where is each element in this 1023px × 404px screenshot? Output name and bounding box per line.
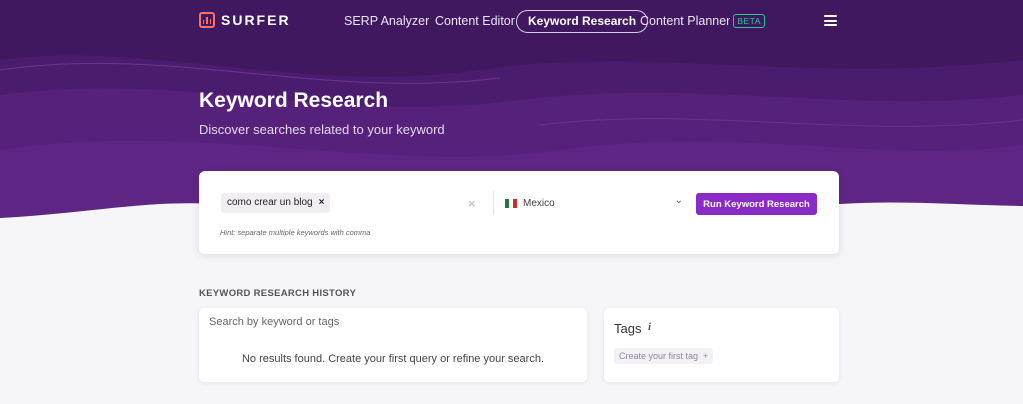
nav-content-editor[interactable]: Content Editor [435, 11, 515, 31]
mexico-flag-icon [505, 198, 517, 208]
nav-serp-analyzer[interactable]: SERP Analyzer [344, 11, 429, 31]
surfer-logo-icon [199, 12, 215, 28]
country-select[interactable]: Mexico ⌄ [505, 193, 683, 213]
keyword-chip: como crear un blog × [221, 193, 331, 213]
create-tag-label: Create your first tag [619, 351, 699, 361]
keyword-search-card: como crear un blog × × Mexico ⌄ Run Keyw… [199, 171, 839, 254]
info-icon[interactable]: i [648, 321, 651, 333]
chevron-down-icon: ⌄ [674, 195, 683, 206]
keyword-chip-label: como crear un blog [227, 197, 313, 208]
surfer-logo[interactable]: SURFER [199, 12, 291, 28]
divider [493, 191, 494, 215]
top-navigation: SURFER SERP Analyzer Content Editor Keyw… [0, 0, 1023, 42]
page-subtitle: Discover searches related to your keywor… [199, 122, 445, 137]
tags-card: Tags i Create your first tag + [604, 308, 839, 382]
beta-badge: BETA [733, 14, 765, 28]
run-keyword-research-button[interactable]: Run Keyword Research [696, 193, 817, 215]
history-search-input[interactable] [209, 316, 569, 328]
logo-text: SURFER [221, 12, 291, 28]
nav-content-planner-label: Content Planner [640, 14, 731, 28]
nav-keyword-research[interactable]: Keyword Research [516, 10, 649, 33]
history-card: No results found. Create your first quer… [199, 308, 587, 382]
plus-icon: + [703, 351, 709, 361]
nav-content-planner[interactable]: Content Planner BETA [640, 11, 765, 31]
clear-input-icon[interactable]: × [468, 196, 476, 211]
remove-keyword-icon[interactable]: × [319, 193, 325, 213]
create-tag-button[interactable]: Create your first tag + [614, 348, 714, 364]
page-title: Keyword Research [199, 89, 389, 112]
tags-title: Tags [614, 321, 642, 336]
empty-state-message: No results found. Create your first quer… [241, 353, 545, 365]
hamburger-menu-icon[interactable] [824, 15, 837, 26]
country-label: Mexico [523, 197, 555, 209]
history-section-title: KEYWORD RESEARCH HISTORY [199, 288, 357, 299]
input-hint: Hint: separate multiple keywords with co… [220, 228, 371, 237]
